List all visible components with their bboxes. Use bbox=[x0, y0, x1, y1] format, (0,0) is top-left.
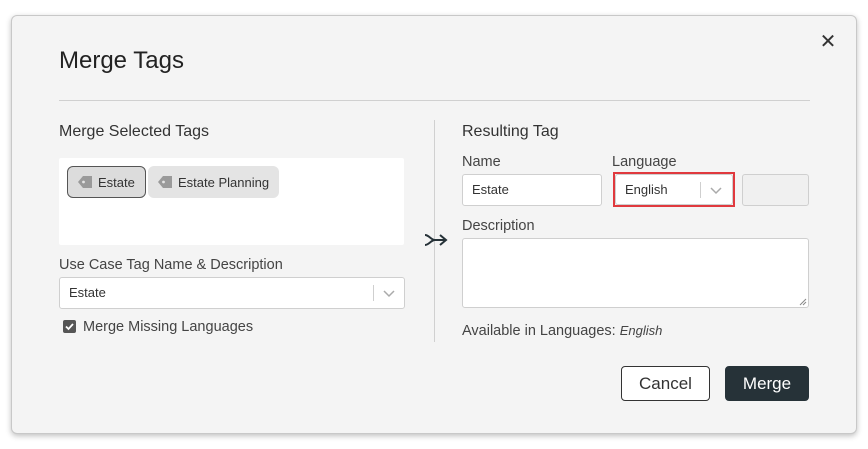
title-divider bbox=[59, 100, 810, 101]
close-icon[interactable]: ✕ bbox=[819, 32, 837, 52]
resulting-tag-title: Resulting Tag bbox=[462, 123, 559, 140]
tag-chip-label: Estate bbox=[98, 174, 135, 190]
select-separator bbox=[373, 285, 374, 301]
description-label: Description bbox=[462, 218, 535, 234]
name-input[interactable]: Estate bbox=[462, 174, 602, 206]
available-languages-value: English bbox=[619, 323, 663, 338]
tag-icon bbox=[78, 176, 92, 188]
use-case-value: Estate bbox=[69, 285, 106, 300]
merge-tags-dialog: ✕ Merge Tags Merge Selected Tags Estate … bbox=[11, 15, 857, 434]
language-highlight-box bbox=[613, 172, 735, 207]
use-case-label: Use Case Tag Name & Description bbox=[59, 257, 283, 273]
description-textarea[interactable] bbox=[462, 238, 809, 308]
tag-chip-estate-planning[interactable]: Estate Planning bbox=[148, 166, 280, 198]
check-icon bbox=[65, 323, 74, 331]
selected-tags-box: Estate Estate Planning bbox=[59, 158, 404, 245]
use-case-select[interactable]: Estate bbox=[59, 277, 405, 309]
tag-icon bbox=[158, 176, 172, 188]
merge-missing-label: Merge Missing Languages bbox=[83, 319, 254, 335]
merge-selected-tags-title: Merge Selected Tags bbox=[59, 123, 210, 140]
resize-handle-icon[interactable] bbox=[799, 298, 807, 306]
name-label: Name bbox=[462, 154, 501, 170]
language-extra-field[interactable] bbox=[742, 174, 809, 206]
available-languages: Available in Languages: English bbox=[462, 323, 662, 339]
tag-chip-label: Estate Planning bbox=[178, 174, 270, 190]
chevron-down-icon bbox=[383, 290, 395, 298]
tag-chip-estate[interactable]: Estate bbox=[67, 166, 146, 198]
available-languages-label: Available in Languages: bbox=[462, 323, 616, 339]
language-label: Language bbox=[612, 154, 677, 170]
cancel-button[interactable]: Cancel bbox=[621, 366, 710, 401]
merge-button[interactable]: Merge bbox=[725, 366, 809, 401]
merge-missing-checkbox[interactable] bbox=[63, 320, 76, 333]
merge-arrow-icon bbox=[424, 234, 448, 246]
dialog-title: Merge Tags bbox=[59, 47, 184, 74]
